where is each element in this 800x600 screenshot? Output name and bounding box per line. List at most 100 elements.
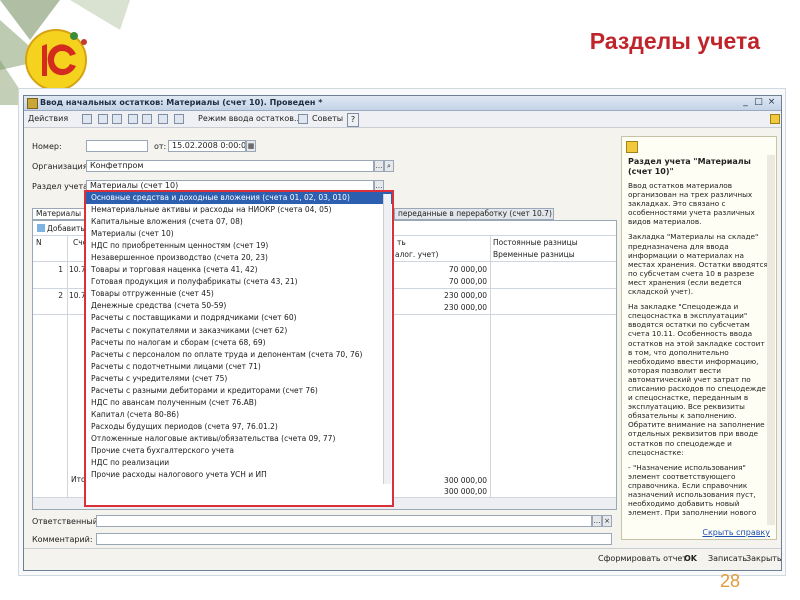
dt-kt-icon[interactable] bbox=[158, 114, 168, 124]
column-const-diff: Постоянные разницы bbox=[493, 238, 578, 247]
date-field[interactable]: 15.02.2008 0:00:00 bbox=[168, 140, 246, 152]
comment-label: Комментарий: bbox=[32, 535, 93, 544]
dropdown-item[interactable]: Товары отгруженные (счет 45) bbox=[86, 288, 392, 300]
document-icon bbox=[27, 98, 38, 109]
clear-responsible-icon[interactable]: × bbox=[602, 515, 612, 527]
add-icon bbox=[37, 224, 45, 232]
hide-help-link[interactable]: Скрыть справку bbox=[702, 528, 770, 537]
dropdown-item[interactable]: Расчеты с поставщиками и подрядчиками (с… bbox=[86, 312, 392, 324]
slide-title: Разделы учета bbox=[589, 28, 760, 54]
screenshot-frame: Ввод начальных остатков: Материалы (счет… bbox=[18, 88, 786, 576]
select-responsible-icon[interactable]: … bbox=[592, 515, 602, 527]
dropdown-item[interactable]: Готовая продукция и полуфабрикаты (счета… bbox=[86, 276, 392, 288]
date-label: от: bbox=[154, 142, 167, 151]
column-temp-diff: Временные разницы bbox=[493, 250, 575, 259]
dropdown-item[interactable]: Расходы будущих периодов (счета 97, 76.0… bbox=[86, 421, 392, 433]
dropdown-item[interactable]: Расчеты с учредителями (счет 75) bbox=[86, 373, 392, 385]
actions-menu[interactable]: Действия bbox=[28, 113, 68, 125]
dropdown-items: Основные средства и доходные вложения (с… bbox=[86, 192, 392, 481]
refresh-icon[interactable] bbox=[128, 114, 138, 124]
help-paragraph-1: Ввод остатков материалов организован на … bbox=[628, 181, 755, 227]
dropdown-item[interactable]: Товары и торговая наценка (счета 41, 42) bbox=[86, 264, 392, 276]
number-label: Номер: bbox=[32, 142, 62, 151]
responsible-field[interactable] bbox=[96, 515, 592, 527]
column-n: N bbox=[36, 238, 42, 247]
row-1-sum-tax: 70 000,00 bbox=[448, 277, 487, 286]
dropdown-item[interactable]: Прочие счета бухгалтерского учета bbox=[86, 445, 392, 457]
page-number: 28 bbox=[719, 571, 740, 591]
toolbar: Действия Режим ввода остатков... Советы … bbox=[24, 111, 781, 128]
dropdown-item[interactable]: Прочие расходы налогового учета УСН и ИП bbox=[86, 469, 392, 481]
dropdown-item[interactable]: НДС по приобретенным ценностям (счет 19) bbox=[86, 240, 392, 252]
row-1-n: 1 bbox=[58, 265, 63, 274]
total-sum: 300 000,00 bbox=[444, 476, 487, 485]
tab-materials[interactable]: Материалы на bbox=[32, 208, 90, 220]
tips-button[interactable]: Советы bbox=[312, 113, 343, 125]
column-sum: ть bbox=[397, 238, 406, 247]
maximize-icon[interactable]: □ bbox=[753, 97, 764, 108]
section-dropdown-list: Основные средства и доходные вложения (с… bbox=[84, 190, 394, 507]
comment-field[interactable] bbox=[96, 533, 612, 545]
dropdown-item[interactable]: Капитальные вложения (счета 07, 08) bbox=[86, 216, 392, 228]
section-label: Раздел учета: bbox=[32, 182, 91, 191]
window-controls: _ □ × bbox=[738, 97, 777, 108]
tab-processing[interactable]: переданные в переработку (счет 10.7) bbox=[394, 208, 554, 220]
dropdown-item[interactable]: Материалы (счет 10) bbox=[86, 228, 392, 240]
help-text: Ввод остатков материалов организован на … bbox=[628, 181, 768, 523]
dropdown-item[interactable]: Нематериальные активы и расходы на НИОКР… bbox=[86, 204, 392, 216]
dropdown-item[interactable]: Расчеты с подотчетными лицами (счет 71) bbox=[86, 361, 392, 373]
dropdown-item[interactable]: Отложенные налоговые активы/обязательств… bbox=[86, 433, 392, 445]
close-button[interactable]: Закрыть bbox=[746, 552, 782, 565]
window-titlebar: Ввод начальных остатков: Материалы (счет… bbox=[24, 96, 781, 111]
dropdown-item[interactable]: Расчеты с разными дебиторами и кредитора… bbox=[86, 385, 392, 397]
copy-icon[interactable] bbox=[112, 114, 122, 124]
dropdown-item[interactable]: НДС по реализации bbox=[86, 457, 392, 469]
dropdown-item[interactable]: Капитал (счета 80-86) bbox=[86, 409, 392, 421]
search-icon[interactable]: ⌕ bbox=[384, 160, 394, 172]
help-title: Раздел учета "Материалы (счет 10)" bbox=[628, 157, 751, 176]
number-field[interactable] bbox=[86, 140, 148, 152]
doc-icon[interactable] bbox=[98, 114, 108, 124]
total-sum-tax: 300 000,00 bbox=[444, 487, 487, 496]
tips-icon[interactable] bbox=[298, 114, 308, 124]
save-button[interactable]: Записать bbox=[708, 552, 747, 565]
mode-button[interactable]: Режим ввода остатков... bbox=[198, 113, 302, 125]
org-field[interactable]: Конфетпром bbox=[86, 160, 374, 172]
select-icon[interactable]: … bbox=[374, 160, 384, 172]
dropdown-item[interactable]: Расчеты с покупателями и заказчиками (сч… bbox=[86, 325, 392, 337]
help-paragraph-2: Закладка "Материалы на складе" предназна… bbox=[628, 232, 768, 297]
row-2-n: 2 bbox=[58, 291, 63, 300]
dropdown-item[interactable]: Денежные средства (счета 50-59) bbox=[86, 300, 392, 312]
footer-divider bbox=[24, 548, 781, 549]
calc-icon[interactable] bbox=[174, 114, 184, 124]
dropdown-item[interactable]: Незавершенное производство (счета 20, 23… bbox=[86, 252, 392, 264]
help-panel: Раздел учета "Материалы (счет 10)" Ввод … bbox=[621, 136, 777, 540]
window-title: Ввод начальных остатков: Материалы (счет… bbox=[40, 98, 323, 107]
add-button-label: Добавить bbox=[47, 224, 85, 233]
form-report-button[interactable]: Сформировать отчет bbox=[598, 552, 687, 565]
list-icon[interactable] bbox=[142, 114, 152, 124]
dropdown-item[interactable]: Основные средства и доходные вложения (с… bbox=[86, 192, 392, 205]
add-button[interactable]: Добавить bbox=[37, 224, 85, 233]
document-window: Ввод начальных остатков: Материалы (счет… bbox=[23, 95, 782, 571]
info-icon[interactable] bbox=[770, 114, 780, 124]
ok-button[interactable]: OK bbox=[684, 552, 697, 565]
help-icon[interactable]: ? bbox=[347, 113, 359, 127]
column-sum-tax: алог. учет) bbox=[395, 250, 439, 259]
back-icon[interactable] bbox=[82, 114, 92, 124]
dropdown-item[interactable]: НДС по авансам полученным (счет 76.АВ) bbox=[86, 397, 392, 409]
org-label: Организация: bbox=[32, 162, 91, 171]
help-paragraph-3: На закладке "Спецодежда и спецоснастка в… bbox=[628, 302, 766, 457]
close-icon[interactable]: × bbox=[766, 97, 777, 108]
row-2-sum-tax: 230 000,00 bbox=[444, 303, 487, 312]
row-1-sum: 70 000,00 bbox=[448, 265, 487, 274]
help-paragraph-4: - "Назначение использования" элемент соо… bbox=[628, 462, 757, 518]
calendar-icon[interactable]: ▦ bbox=[246, 140, 256, 152]
minimize-icon[interactable]: _ bbox=[740, 97, 751, 108]
help-info-icon bbox=[626, 141, 638, 153]
dropdown-item[interactable]: Расчеты с персоналом по оплате труда и д… bbox=[86, 349, 392, 361]
help-scrollbar[interactable] bbox=[767, 155, 775, 525]
responsible-label: Ответственный: bbox=[32, 517, 101, 526]
dropdown-item[interactable]: Расчеты по налогам и сборам (счета 68, 6… bbox=[86, 337, 392, 349]
dropdown-scrollbar[interactable] bbox=[383, 194, 391, 484]
